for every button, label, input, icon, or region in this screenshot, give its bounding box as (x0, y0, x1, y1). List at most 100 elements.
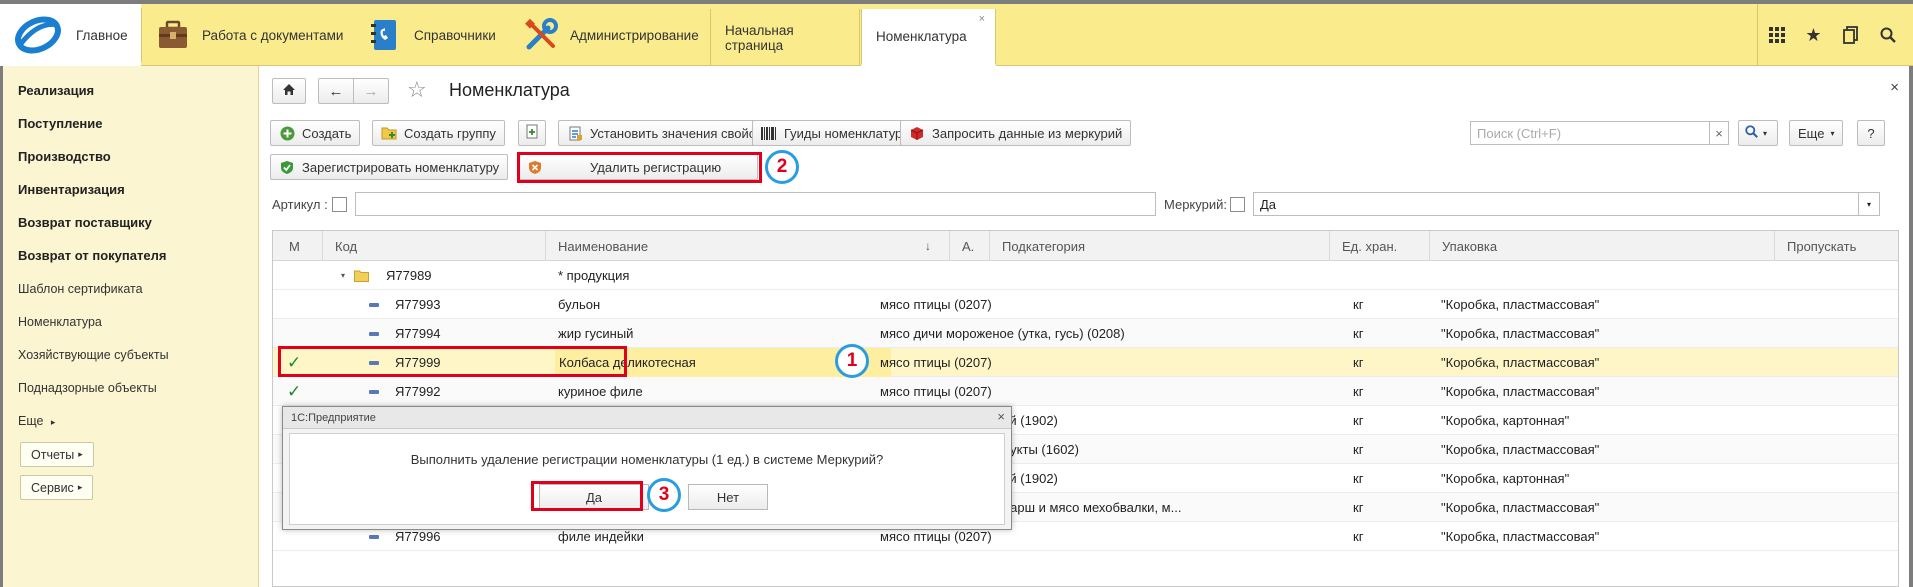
search-icon[interactable] (1869, 27, 1906, 43)
section-main[interactable]: Главное (0, 4, 141, 66)
nav-item-supervised-objects[interactable]: Поднадзорные объекты (18, 381, 157, 395)
dialog-title: 1С:Предприятие (291, 411, 376, 424)
tools-icon (524, 18, 558, 52)
row-unit: кг (1353, 471, 1364, 486)
tab-start-page[interactable]: Начальная страница (710, 9, 860, 66)
close-form-icon[interactable]: × (1890, 79, 1899, 96)
row-unit: кг (1353, 442, 1364, 457)
section-label: Главное (76, 27, 128, 43)
search-options-button[interactable]: ▾ (1738, 120, 1778, 146)
more-actions-button[interactable]: Еще ▾ (1789, 120, 1844, 146)
folder-icon (354, 261, 370, 290)
cube-red-icon (909, 125, 925, 141)
table-row[interactable]: ✓ Я77992 куриное филе мясо птицы (0207) кг "К… (273, 377, 1898, 406)
article-checkbox[interactable] (332, 197, 347, 212)
row-subcategory: мясо птицы (0207) (880, 384, 992, 399)
register-nomenclature-button[interactable]: Зарегистрировать номенклатуру (270, 154, 509, 180)
caret-right-icon: ▸ (78, 449, 83, 459)
row-mark-check-icon: ✓ (287, 381, 302, 401)
column-header-subcategory[interactable]: Подкатегория (990, 231, 1330, 261)
row-unit: кг (1353, 500, 1364, 515)
row-package: "Коробка, пластмассовая" (1441, 355, 1600, 370)
reports-button[interactable]: Отчеты ▸ (20, 442, 94, 467)
copy-button[interactable] (518, 120, 546, 146)
document-edit-icon (567, 125, 583, 141)
favorites-star-icon[interactable]: ★ (1795, 25, 1832, 46)
nav-item-return-supplier[interactable]: Возврат поставщику (18, 215, 152, 230)
nav-item-production[interactable]: Производство (18, 149, 111, 164)
home-icon (282, 83, 296, 99)
set-properties-button[interactable]: Установить значения свойств (558, 120, 778, 146)
column-header-skip[interactable]: Пропускать (1775, 231, 1898, 261)
favorite-star-icon[interactable]: ☆ (407, 77, 427, 103)
column-header-unit[interactable]: Ед. хран. (1330, 231, 1430, 261)
section-label: Справочники (414, 27, 496, 43)
article-filter-input[interactable] (355, 192, 1156, 216)
apps-grid-icon[interactable] (1758, 27, 1795, 43)
row-package: "Коробка, картонная" (1441, 413, 1570, 428)
row-subcategory: мясо дичи мороженое (утка, гусь) (0208) (880, 326, 1125, 341)
create-button[interactable]: Создать (270, 120, 361, 146)
clear-search-button[interactable]: × (1709, 121, 1729, 145)
nav-item-nomenclature[interactable]: Номенклатура (18, 315, 102, 329)
nav-item-more[interactable]: Еще ▸ (18, 414, 55, 428)
history-icon[interactable] (1832, 26, 1869, 44)
table-row[interactable]: Я77994 жир гусиный мясо дичи мороженое (ут… (273, 319, 1898, 348)
request-mercury-button[interactable]: Запросить данные из меркурий (900, 120, 1132, 146)
row-package: "Коробка, пластмассовая" (1441, 384, 1600, 399)
nav-item-certificate-template[interactable]: Шаблон сертификата (18, 282, 143, 296)
back-button[interactable]: ← (318, 78, 354, 104)
mercury-checkbox[interactable] (1230, 197, 1245, 212)
row-unit: кг (1353, 413, 1364, 428)
table-row[interactable]: Я77993 бульон мясо птицы (0207) кг "Коробка,… (273, 290, 1898, 319)
row-unit: кг (1353, 355, 1364, 370)
dialog-no-button[interactable]: Нет (688, 484, 768, 510)
more-label: Еще (18, 414, 44, 428)
section-documents[interactable]: Работа с документами (156, 4, 343, 66)
service-label: Сервис (31, 480, 74, 495)
nav-item-business-entities[interactable]: Хозяйствующие субъекты (18, 348, 169, 362)
section-administration[interactable]: Администрирование (524, 4, 699, 66)
group-name: * продукция (558, 268, 630, 283)
mercury-filter-select[interactable]: Да (1253, 192, 1859, 216)
forward-button[interactable]: → (353, 78, 389, 104)
section-catalogs[interactable]: Справочники (368, 4, 496, 66)
search-input[interactable]: Поиск (Ctrl+F) (1470, 121, 1710, 145)
column-header-mark[interactable]: М (273, 231, 323, 261)
guids-label: Гуиды номенклатуры (784, 125, 912, 141)
nav-item-return-customer[interactable]: Возврат от покупателя (18, 248, 166, 263)
nav-item-inventory[interactable]: Инвентаризация (18, 182, 125, 197)
table-row-group[interactable]: ▾ Я77989 * продукция (273, 261, 1898, 290)
section-label: Работа с документами (202, 27, 344, 43)
mercury-dropdown-button[interactable]: ▾ (1858, 192, 1880, 216)
item-dash-icon (369, 290, 383, 319)
tab-nomenclature[interactable]: Номенклатура × (861, 9, 996, 66)
nav-item-receipts[interactable]: Поступление (18, 116, 103, 131)
section-navigation: Реализация Поступление Производство Инве… (0, 66, 259, 587)
caret-down-icon: ▾ (1866, 199, 1871, 209)
column-header-name[interactable]: Наименование ↓ (546, 231, 950, 261)
dialog-close-icon[interactable]: × (997, 409, 1005, 424)
column-header-package[interactable]: Упаковка (1430, 231, 1775, 261)
barcode-icon (761, 125, 777, 141)
column-header-code[interactable]: Код (323, 231, 546, 261)
help-button[interactable]: ? (1857, 120, 1885, 146)
nav-item-sales[interactable]: Реализация (18, 83, 94, 98)
row-package: "Коробка, пластмассовая" (1441, 529, 1600, 544)
caret-down-icon: ▾ (1763, 128, 1768, 138)
briefcase-icon (156, 18, 190, 52)
row-package: "Коробка, пластмассовая" (1441, 500, 1600, 515)
service-button[interactable]: Сервис ▸ (20, 475, 94, 500)
home-button[interactable] (272, 78, 306, 104)
address-book-icon (368, 18, 402, 52)
create-group-label: Создать группу (404, 125, 496, 141)
column-header-a[interactable]: А. (950, 231, 990, 261)
dialog-message: Выполнить удаление регистрации номенклат… (410, 452, 884, 467)
create-group-button[interactable]: Создать группу (372, 120, 505, 146)
close-icon[interactable]: × (979, 13, 985, 25)
step-badge-3: 3 (647, 478, 681, 512)
row-mark-check-icon (287, 319, 317, 348)
request-mercury-label: Запросить данные из меркурий (932, 125, 1123, 141)
guids-button[interactable]: Гуиды номенклатуры (752, 120, 921, 146)
tab-label: Номенклатура (876, 28, 967, 44)
